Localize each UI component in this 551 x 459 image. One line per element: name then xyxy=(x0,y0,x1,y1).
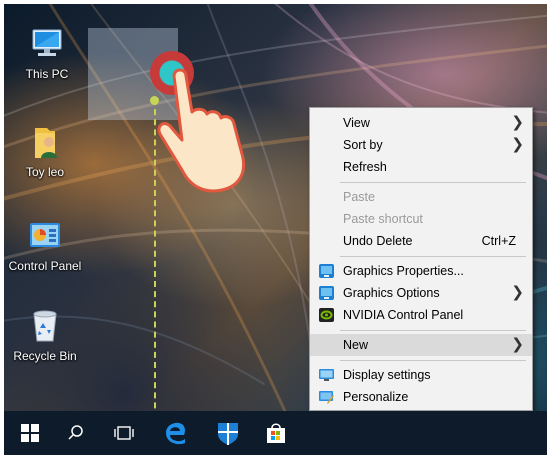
chevron-right-icon: ❯ xyxy=(511,284,524,301)
nvidia-icon xyxy=(319,308,334,322)
menu-item-new[interactable]: New ❯ xyxy=(310,334,532,356)
store-icon xyxy=(267,423,285,443)
task-view-button[interactable] xyxy=(110,419,138,447)
menu-item-undo-delete[interactable]: Undo Delete Ctrl+Z xyxy=(310,230,532,252)
menu-item-paste-shortcut: Paste shortcut xyxy=(310,208,532,230)
windows-logo-icon xyxy=(21,424,39,442)
menu-item-personalize[interactable]: Personalize xyxy=(310,386,532,408)
search-icon xyxy=(68,425,83,440)
screenshot-frame: This PC Toy leo Control Panel Recycle Bi… xyxy=(0,0,551,459)
search-button[interactable] xyxy=(62,419,90,447)
desktop-icon-recycle-bin[interactable]: Recycle Bin xyxy=(4,306,90,363)
task-view-icon xyxy=(114,426,134,440)
pointing-hand-icon xyxy=(157,68,246,193)
recycle-bin-icon xyxy=(33,310,57,342)
this-pc-icon xyxy=(32,29,62,56)
personalize-icon xyxy=(319,391,334,404)
menu-item-label: Paste shortcut xyxy=(343,212,423,226)
menu-item-view[interactable]: View ❯ xyxy=(310,112,532,134)
menu-item-refresh[interactable]: Refresh xyxy=(310,156,532,178)
chevron-right-icon: ❯ xyxy=(511,336,524,353)
desktop-icon-this-pc[interactable]: This PC xyxy=(4,24,92,81)
menu-item-graphics-properties[interactable]: Graphics Properties... xyxy=(310,260,532,282)
desktop-icon-label: Recycle Bin xyxy=(13,349,77,363)
desktop-icon-label: This PC xyxy=(25,67,69,81)
menu-item-label: View xyxy=(343,116,370,130)
start-button[interactable] xyxy=(16,419,44,447)
menu-item-label: NVIDIA Control Panel xyxy=(343,308,464,322)
menu-item-label: Paste xyxy=(343,190,375,204)
menu-separator xyxy=(340,182,526,183)
menu-item-label: Sort by xyxy=(343,138,383,152)
menu-separator xyxy=(340,256,526,257)
desktop[interactable]: This PC Toy leo Control Panel Recycle Bi… xyxy=(4,4,547,455)
menu-item-graphics-options[interactable]: Graphics Options ❯ xyxy=(310,282,532,304)
desktop-icon-label: Toy leo xyxy=(25,165,65,179)
shield-icon xyxy=(218,423,238,445)
control-panel-icon xyxy=(30,223,60,247)
desktop-icon-user-folder[interactable]: Toy leo xyxy=(4,122,90,179)
menu-item-label: Refresh xyxy=(343,160,387,174)
menu-item-paste: Paste xyxy=(310,186,532,208)
menu-item-label: Personalize xyxy=(343,390,409,404)
menu-separator xyxy=(340,330,526,331)
chevron-right-icon: ❯ xyxy=(511,114,524,131)
menu-item-shortcut: Ctrl+Z xyxy=(481,234,516,248)
menu-item-sort-by[interactable]: Sort by ❯ xyxy=(310,134,532,156)
intel-graphics-icon xyxy=(319,286,334,300)
intel-graphics-icon xyxy=(319,264,334,278)
edge-icon xyxy=(166,422,185,445)
desktop-icon-label: Control Panel xyxy=(8,259,82,273)
menu-item-label: Undo Delete xyxy=(343,234,413,248)
menu-item-nvidia-control-panel[interactable]: NVIDIA Control Panel xyxy=(310,304,532,326)
context-menu: View ❯ Sort by ❯ Refresh Paste Paste sho… xyxy=(309,107,533,411)
menu-item-label: Graphics Properties... xyxy=(343,264,464,278)
edge-button[interactable] xyxy=(162,419,190,447)
display-icon xyxy=(319,369,334,381)
taskbar xyxy=(4,411,547,455)
menu-separator xyxy=(340,360,526,361)
desktop-icon-control-panel[interactable]: Control Panel xyxy=(4,216,90,273)
defender-button[interactable] xyxy=(214,419,242,447)
chevron-right-icon: ❯ xyxy=(511,136,524,153)
menu-item-label: Graphics Options xyxy=(343,286,440,300)
store-button[interactable] xyxy=(262,419,290,447)
user-folder-icon xyxy=(35,128,57,158)
menu-item-label: Display settings xyxy=(343,368,431,382)
menu-item-display-settings[interactable]: Display settings xyxy=(310,364,532,386)
menu-item-label: New xyxy=(343,338,369,352)
